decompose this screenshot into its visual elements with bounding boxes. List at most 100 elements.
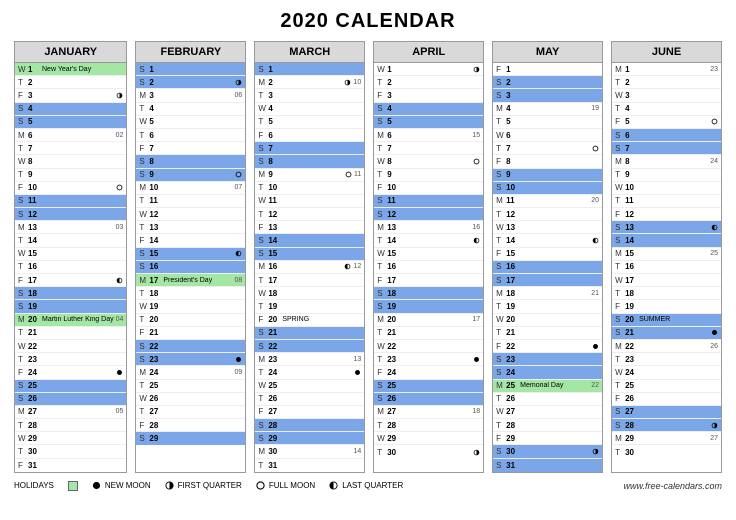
first-quarter-icon (711, 422, 718, 429)
day-number: 6 (268, 131, 282, 140)
day-number: 14 (506, 236, 520, 245)
day-number: 18 (625, 289, 639, 298)
day-number: 9 (506, 170, 520, 179)
source-url: www.free-calendars.com (623, 481, 722, 491)
day-number: 27 (387, 407, 401, 416)
day-number: 17 (28, 276, 42, 285)
day-cell: T9 (15, 169, 126, 182)
day-number: 31 (268, 461, 282, 470)
day-of-week: W (377, 249, 387, 258)
week-number: 09 (233, 369, 243, 376)
month-june: JUNEM123T2W3T4F5S6S7M824T9W10T11F12S13S1… (611, 41, 722, 473)
day-number: 10 (625, 183, 639, 192)
day-number: 28 (387, 421, 401, 430)
day-cell: M20Martin Luther King Day04 (15, 314, 126, 327)
day-cell: F3 (374, 89, 483, 102)
day-of-week: W (377, 434, 387, 443)
day-number: 21 (268, 328, 282, 337)
day-of-week: S (258, 157, 268, 166)
day-of-week: S (615, 407, 625, 416)
day-of-week: S (18, 394, 28, 403)
day-cell: T21 (15, 327, 126, 340)
week-number: 16 (470, 224, 480, 231)
day-number: 15 (28, 249, 42, 258)
day-cell: S24 (493, 366, 602, 379)
day-of-week: M (258, 355, 268, 364)
day-cell: W4 (255, 103, 364, 116)
day-of-week: T (258, 276, 268, 285)
day-number: 26 (506, 394, 520, 403)
day-cell: S8 (136, 155, 245, 168)
day-of-week: T (615, 355, 625, 364)
day-number: 4 (387, 104, 401, 113)
day-of-week: M (496, 381, 506, 390)
day-cell: W27 (493, 406, 602, 419)
day-cell: S26 (15, 393, 126, 406)
day-of-week: S (377, 289, 387, 298)
day-cell: T9 (612, 169, 721, 182)
day-of-week: T (18, 236, 28, 245)
day-number: 23 (387, 355, 401, 364)
day-cell: T16 (374, 261, 483, 274)
day-of-week: F (258, 131, 268, 140)
day-cell: T11 (612, 195, 721, 208)
day-number: 17 (268, 276, 282, 285)
day-number: 25 (28, 381, 42, 390)
day-of-week: S (139, 355, 149, 364)
legend-last-label: LAST QUARTER (342, 481, 403, 490)
day-cell: S31 (493, 459, 602, 472)
day-number: 16 (387, 262, 401, 271)
week-number: 21 (589, 290, 599, 297)
day-cell: T18 (612, 287, 721, 300)
day-of-week: M (615, 342, 625, 351)
day-of-week: W (139, 117, 149, 126)
new-moon-icon (235, 356, 242, 363)
day-cell: F31 (15, 459, 126, 472)
day-number: 17 (625, 276, 639, 285)
week-number: 12 (351, 263, 361, 270)
day-of-week: S (139, 434, 149, 443)
day-number: 7 (28, 144, 42, 153)
day-of-week: S (496, 276, 506, 285)
day-cell: F22 (493, 340, 602, 353)
day-number: 22 (149, 342, 163, 351)
full-moon-icon (256, 481, 265, 490)
day-of-week: S (496, 461, 506, 470)
day-of-week: T (615, 170, 625, 179)
day-of-week: M (615, 65, 625, 74)
day-cell: S4 (374, 103, 483, 116)
day-of-week: M (258, 447, 268, 456)
day-number: 2 (268, 78, 282, 87)
day-of-week: T (139, 289, 149, 298)
month-may: MAYF1S2S3M419T5W6T7F8S9S10M1120T12W13T14… (492, 41, 603, 473)
calendar-grid: JANUARYW1New Year's DayT2F3S4S5M602T7W8T… (14, 41, 722, 473)
day-number: 4 (28, 104, 42, 113)
day-cell: S16 (493, 261, 602, 274)
day-of-week: S (139, 342, 149, 351)
day-of-week: F (615, 394, 625, 403)
day-cell: F10 (374, 182, 483, 195)
day-of-week: T (496, 421, 506, 430)
day-number: 3 (28, 91, 42, 100)
day-cell: F10 (15, 182, 126, 195)
day-cell: F14 (136, 234, 245, 247)
last-quarter-icon (473, 237, 480, 244)
day-cell: S22 (136, 340, 245, 353)
day-of-week: S (496, 355, 506, 364)
day-number: 20 (149, 315, 163, 324)
day-number: 6 (28, 131, 42, 140)
day-number: 10 (28, 183, 42, 192)
day-of-week: W (377, 342, 387, 351)
day-of-week: S (18, 196, 28, 205)
day-number: 6 (387, 131, 401, 140)
day-of-week: T (496, 328, 506, 337)
legend: HOLIDAYS NEW MOON FIRST QUARTER FULL MOO… (14, 481, 722, 491)
day-number: 21 (506, 328, 520, 337)
day-of-week: T (377, 421, 387, 430)
day-of-week: T (139, 196, 149, 205)
first-quarter-icon (116, 92, 123, 99)
day-of-week: T (615, 78, 625, 87)
day-cell: S2 (493, 76, 602, 89)
day-cell: M824 (612, 155, 721, 168)
day-number: 15 (625, 249, 639, 258)
